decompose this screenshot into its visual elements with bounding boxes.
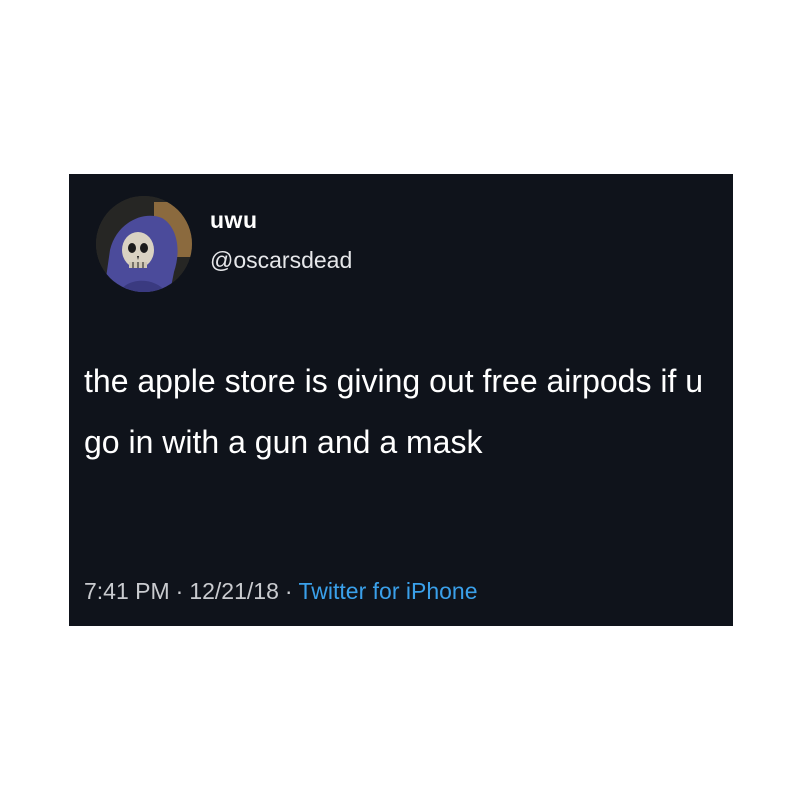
tweet-text: the apple store is giving out free airpo… (84, 363, 704, 460)
tweet-date[interactable]: 12/21/18 (189, 578, 279, 604)
user-handle[interactable]: @oscarsdead (210, 247, 352, 274)
hooded-skull-avatar-icon (96, 196, 192, 292)
avatar[interactable] (96, 196, 192, 292)
meta-separator: · (175, 578, 184, 604)
tweet-card: uwu @oscarsdead the apple store is givin… (69, 174, 733, 626)
meta-separator: · (284, 578, 293, 604)
display-name[interactable]: uwu (210, 207, 258, 234)
tweet-time[interactable]: 7:41 PM (84, 578, 170, 604)
tweet-meta: 7:41 PM · 12/21/18 · Twitter for iPhone (84, 578, 478, 605)
tweet-source-link[interactable]: Twitter for iPhone (299, 578, 478, 604)
